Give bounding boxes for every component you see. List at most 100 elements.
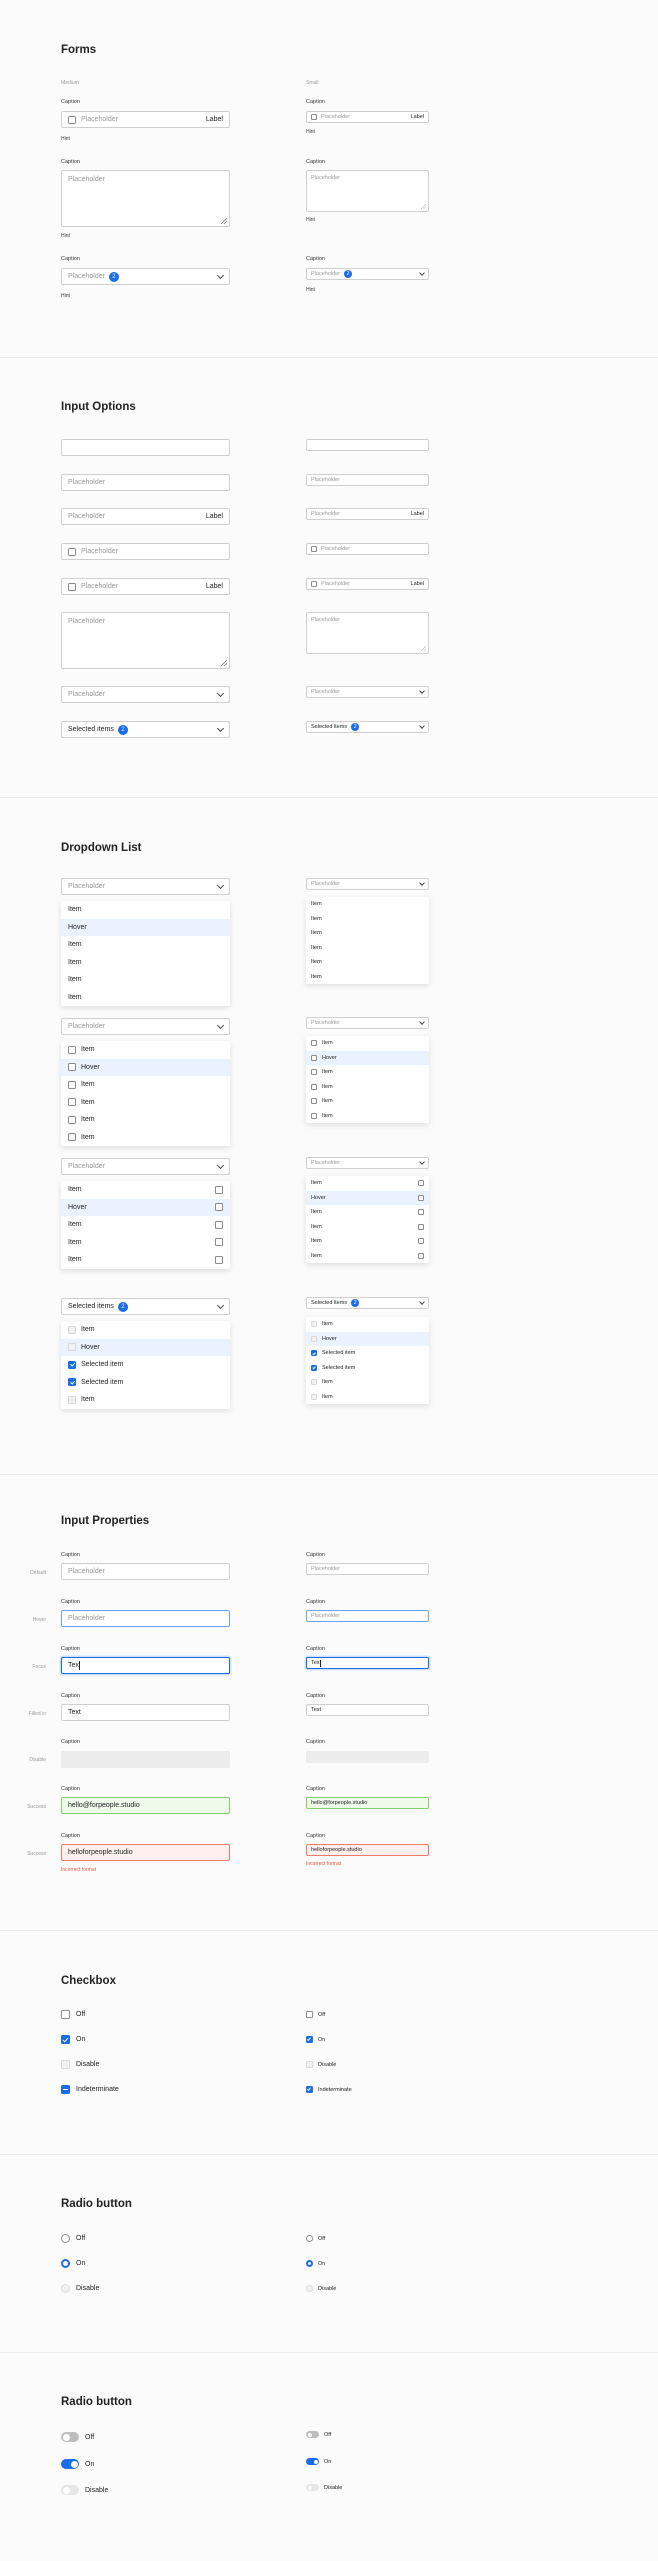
checkbox-icon[interactable] bbox=[68, 1098, 76, 1107]
checkbox-icon[interactable] bbox=[311, 1040, 317, 1047]
checkbox-label-input[interactable]: Placeholder Label bbox=[61, 111, 230, 128]
dropdown-item-hover[interactable]: Hover bbox=[61, 1058, 230, 1076]
dropdown-item[interactable]: Item bbox=[61, 936, 230, 954]
input-error[interactable]: helloforpeople.studio bbox=[61, 1844, 230, 1861]
checkbox-icon[interactable] bbox=[68, 1395, 76, 1404]
checkbox-icon[interactable] bbox=[311, 1112, 317, 1119]
multi-select[interactable]: Selected items 2 bbox=[61, 1298, 230, 1315]
input-success-small[interactable]: hello@forpeople.studio bbox=[306, 1797, 429, 1809]
toggle-switch-icon[interactable] bbox=[306, 2431, 319, 2438]
checkbox-checked-icon[interactable] bbox=[61, 2035, 70, 2044]
checkbox-icon[interactable] bbox=[311, 1098, 317, 1105]
dropdown-item-hover[interactable]: Hover bbox=[61, 1338, 230, 1356]
dropdown-item-hover[interactable]: Hover bbox=[61, 1198, 230, 1216]
checkbox-icon[interactable] bbox=[311, 1393, 317, 1400]
dropdown-item-selected[interactable]: Selected item bbox=[61, 1356, 230, 1374]
label-input[interactable]: Placeholder Label bbox=[61, 508, 230, 525]
dropdown-item[interactable]: Item bbox=[306, 912, 429, 927]
dropdown-item[interactable]: Item bbox=[306, 1390, 429, 1405]
dropdown-item-selected[interactable]: Selected item bbox=[306, 1346, 429, 1361]
checkbox-icon[interactable] bbox=[215, 1185, 223, 1194]
dropdown-item[interactable]: Item bbox=[306, 970, 429, 985]
checkbox-on[interactable]: On bbox=[61, 2035, 85, 2044]
dropdown-item-hover[interactable]: Hover bbox=[306, 1190, 429, 1205]
checkbox-icon[interactable] bbox=[68, 1045, 76, 1054]
checkbox-icon[interactable] bbox=[215, 1255, 223, 1264]
dropdown-item[interactable]: Item bbox=[306, 941, 429, 956]
checkbox-label-input-small[interactable]: Placeholder Label bbox=[306, 578, 429, 590]
radio-on[interactable]: On bbox=[61, 2259, 85, 2268]
input-default-small[interactable]: Placeholder bbox=[306, 1563, 429, 1575]
checkbox-checked-icon[interactable] bbox=[311, 1364, 317, 1371]
textarea[interactable]: Placeholder bbox=[61, 170, 230, 227]
multi-select-small[interactable]: Selected items 2 bbox=[306, 1297, 429, 1309]
dropdown-select-small[interactable]: Placeholder bbox=[306, 878, 429, 890]
radio-off-small[interactable]: Off bbox=[306, 2235, 325, 2242]
checkbox-icon[interactable] bbox=[68, 115, 76, 124]
checkbox-input-small[interactable]: Placeholder bbox=[306, 543, 429, 555]
checkbox-off-small[interactable]: Off bbox=[306, 2011, 325, 2018]
placeholder-input-small[interactable]: Placeholder bbox=[306, 474, 429, 486]
input-success[interactable]: hello@forpeople.studio bbox=[61, 1797, 230, 1814]
dropdown-item[interactable]: Item bbox=[61, 1391, 230, 1409]
textarea[interactable]: Placeholder bbox=[61, 612, 230, 669]
input-filled[interactable]: Text bbox=[61, 1704, 230, 1721]
dropdown-item[interactable]: Item bbox=[61, 971, 230, 989]
input-default[interactable]: Placeholder bbox=[61, 1563, 230, 1580]
checkbox-indeterminate-icon[interactable] bbox=[61, 2085, 70, 2094]
dropdown-item[interactable]: Item bbox=[306, 1234, 429, 1249]
checkbox-icon[interactable] bbox=[68, 1325, 76, 1334]
dropdown-item[interactable]: Item bbox=[306, 1220, 429, 1235]
toggle-on-small[interactable]: On bbox=[306, 2458, 331, 2465]
radio-icon[interactable] bbox=[306, 2235, 313, 2242]
toggle-off[interactable]: Off bbox=[61, 2432, 94, 2442]
input-focus[interactable]: Tex bbox=[61, 1657, 230, 1674]
input-hover-small[interactable]: Placeholder bbox=[306, 1610, 429, 1622]
resize-handle-icon[interactable] bbox=[421, 646, 426, 651]
checkbox-icon[interactable] bbox=[311, 1321, 317, 1328]
checkbox-icon[interactable] bbox=[68, 1080, 76, 1089]
dropdown-item[interactable]: Item bbox=[61, 1111, 230, 1129]
checkbox-indeterminate-small[interactable]: Indeterminate bbox=[306, 2086, 352, 2093]
checkbox-icon[interactable] bbox=[311, 114, 317, 120]
dropdown-item[interactable]: Item bbox=[61, 989, 230, 1007]
radio-off[interactable]: Off bbox=[61, 2234, 85, 2243]
checkbox-checked-icon[interactable] bbox=[68, 1378, 76, 1387]
checkbox-icon[interactable] bbox=[215, 1220, 223, 1229]
input-focus-small[interactable]: Tex bbox=[306, 1657, 429, 1669]
multi-select-small[interactable]: Selected items 2 bbox=[306, 721, 429, 733]
checkbox-icon[interactable] bbox=[311, 546, 317, 552]
checkbox-icon[interactable] bbox=[311, 1379, 317, 1386]
dropdown-select-small[interactable]: Placeholder bbox=[306, 686, 429, 698]
checkbox-on-small[interactable]: On bbox=[306, 2036, 325, 2043]
checkbox-icon[interactable] bbox=[306, 2011, 313, 2018]
dropdown-select[interactable]: Placeholder bbox=[61, 878, 230, 895]
resize-handle-icon[interactable] bbox=[221, 218, 227, 224]
dropdown-item[interactable]: Item bbox=[61, 1251, 230, 1269]
textarea-small[interactable]: Placeholder bbox=[306, 612, 429, 654]
dropdown-item[interactable]: Item bbox=[61, 1094, 230, 1112]
checkbox-checked-icon[interactable] bbox=[306, 2086, 313, 2093]
checkbox-icon[interactable] bbox=[418, 1180, 424, 1187]
checkbox-checked-icon[interactable] bbox=[311, 1350, 317, 1357]
dropdown-item[interactable]: Item bbox=[61, 954, 230, 972]
empty-input[interactable] bbox=[61, 439, 230, 456]
checkbox-icon[interactable] bbox=[68, 547, 76, 556]
checkbox-icon[interactable] bbox=[418, 1238, 424, 1245]
dropdown-item[interactable]: Item bbox=[306, 955, 429, 970]
multi-select[interactable]: Selected items 2 bbox=[61, 721, 230, 738]
checkbox-off[interactable]: Off bbox=[61, 2010, 85, 2019]
dropdown-item[interactable]: Item bbox=[61, 1234, 230, 1252]
dropdown-item[interactable]: Item bbox=[61, 1181, 230, 1199]
dropdown-item[interactable]: Item bbox=[61, 1216, 230, 1234]
dropdown-item[interactable]: Item bbox=[306, 1317, 429, 1332]
label-input-small[interactable]: Placeholder Label bbox=[306, 508, 429, 520]
radio-selected-icon[interactable] bbox=[306, 2260, 313, 2267]
checkbox-icon[interactable] bbox=[311, 1083, 317, 1090]
input-error-small[interactable]: helloforpeople.studio bbox=[306, 1844, 429, 1856]
checkbox-icon[interactable] bbox=[418, 1194, 424, 1201]
dropdown-item[interactable]: Item bbox=[61, 1076, 230, 1094]
dropdown-item[interactable]: Item bbox=[61, 901, 230, 919]
checkbox-icon[interactable] bbox=[215, 1203, 223, 1212]
dropdown-item[interactable]: Item bbox=[61, 1129, 230, 1147]
